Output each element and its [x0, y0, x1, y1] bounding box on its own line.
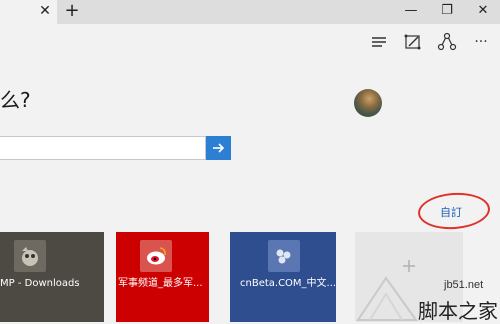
restore-button[interactable]: ❐ — [428, 0, 466, 24]
new-tab-button[interactable]: + — [63, 1, 81, 21]
search-input[interactable] — [0, 136, 206, 160]
tile-label: cnBeta.COM_中文... — [240, 278, 336, 289]
page-greeting: 么? — [0, 88, 31, 112]
top-site-tile[interactable]: cnBeta.COM_中文... — [230, 232, 336, 322]
tab-close-icon[interactable]: ✕ — [37, 2, 53, 20]
search-go-button[interactable] — [206, 136, 231, 160]
tile-label: MP - Downloads — [0, 278, 80, 289]
weibo-icon — [140, 240, 172, 272]
gimp-icon — [14, 240, 46, 272]
title-bar: ✕ + — ❐ ✕ — [0, 0, 500, 24]
top-site-tile[interactable]: MP - Downloads — [0, 232, 104, 322]
watermark-url: jb51.net — [444, 279, 484, 291]
watermark-brand: 脚本之家 — [418, 299, 498, 323]
top-site-tile[interactable]: 军事频道_最多军... — [116, 232, 209, 322]
web-note-icon[interactable] — [400, 29, 426, 55]
arrow-right-icon — [213, 143, 225, 153]
avatar[interactable] — [354, 89, 382, 117]
annotation-circle — [416, 190, 492, 232]
cnbeta-icon — [268, 240, 300, 272]
browser-toolbar: ··· — [0, 24, 500, 60]
close-window-button[interactable]: ✕ — [464, 0, 500, 24]
more-icon[interactable]: ··· — [468, 29, 494, 55]
browser-tab[interactable]: ✕ — [0, 0, 57, 24]
hub-icon[interactable] — [366, 29, 392, 55]
watermark-logo — [356, 276, 418, 321]
share-icon[interactable] — [434, 29, 460, 55]
tile-label: 军事频道_最多军... — [118, 278, 203, 289]
minimize-button[interactable]: — — [392, 0, 430, 24]
